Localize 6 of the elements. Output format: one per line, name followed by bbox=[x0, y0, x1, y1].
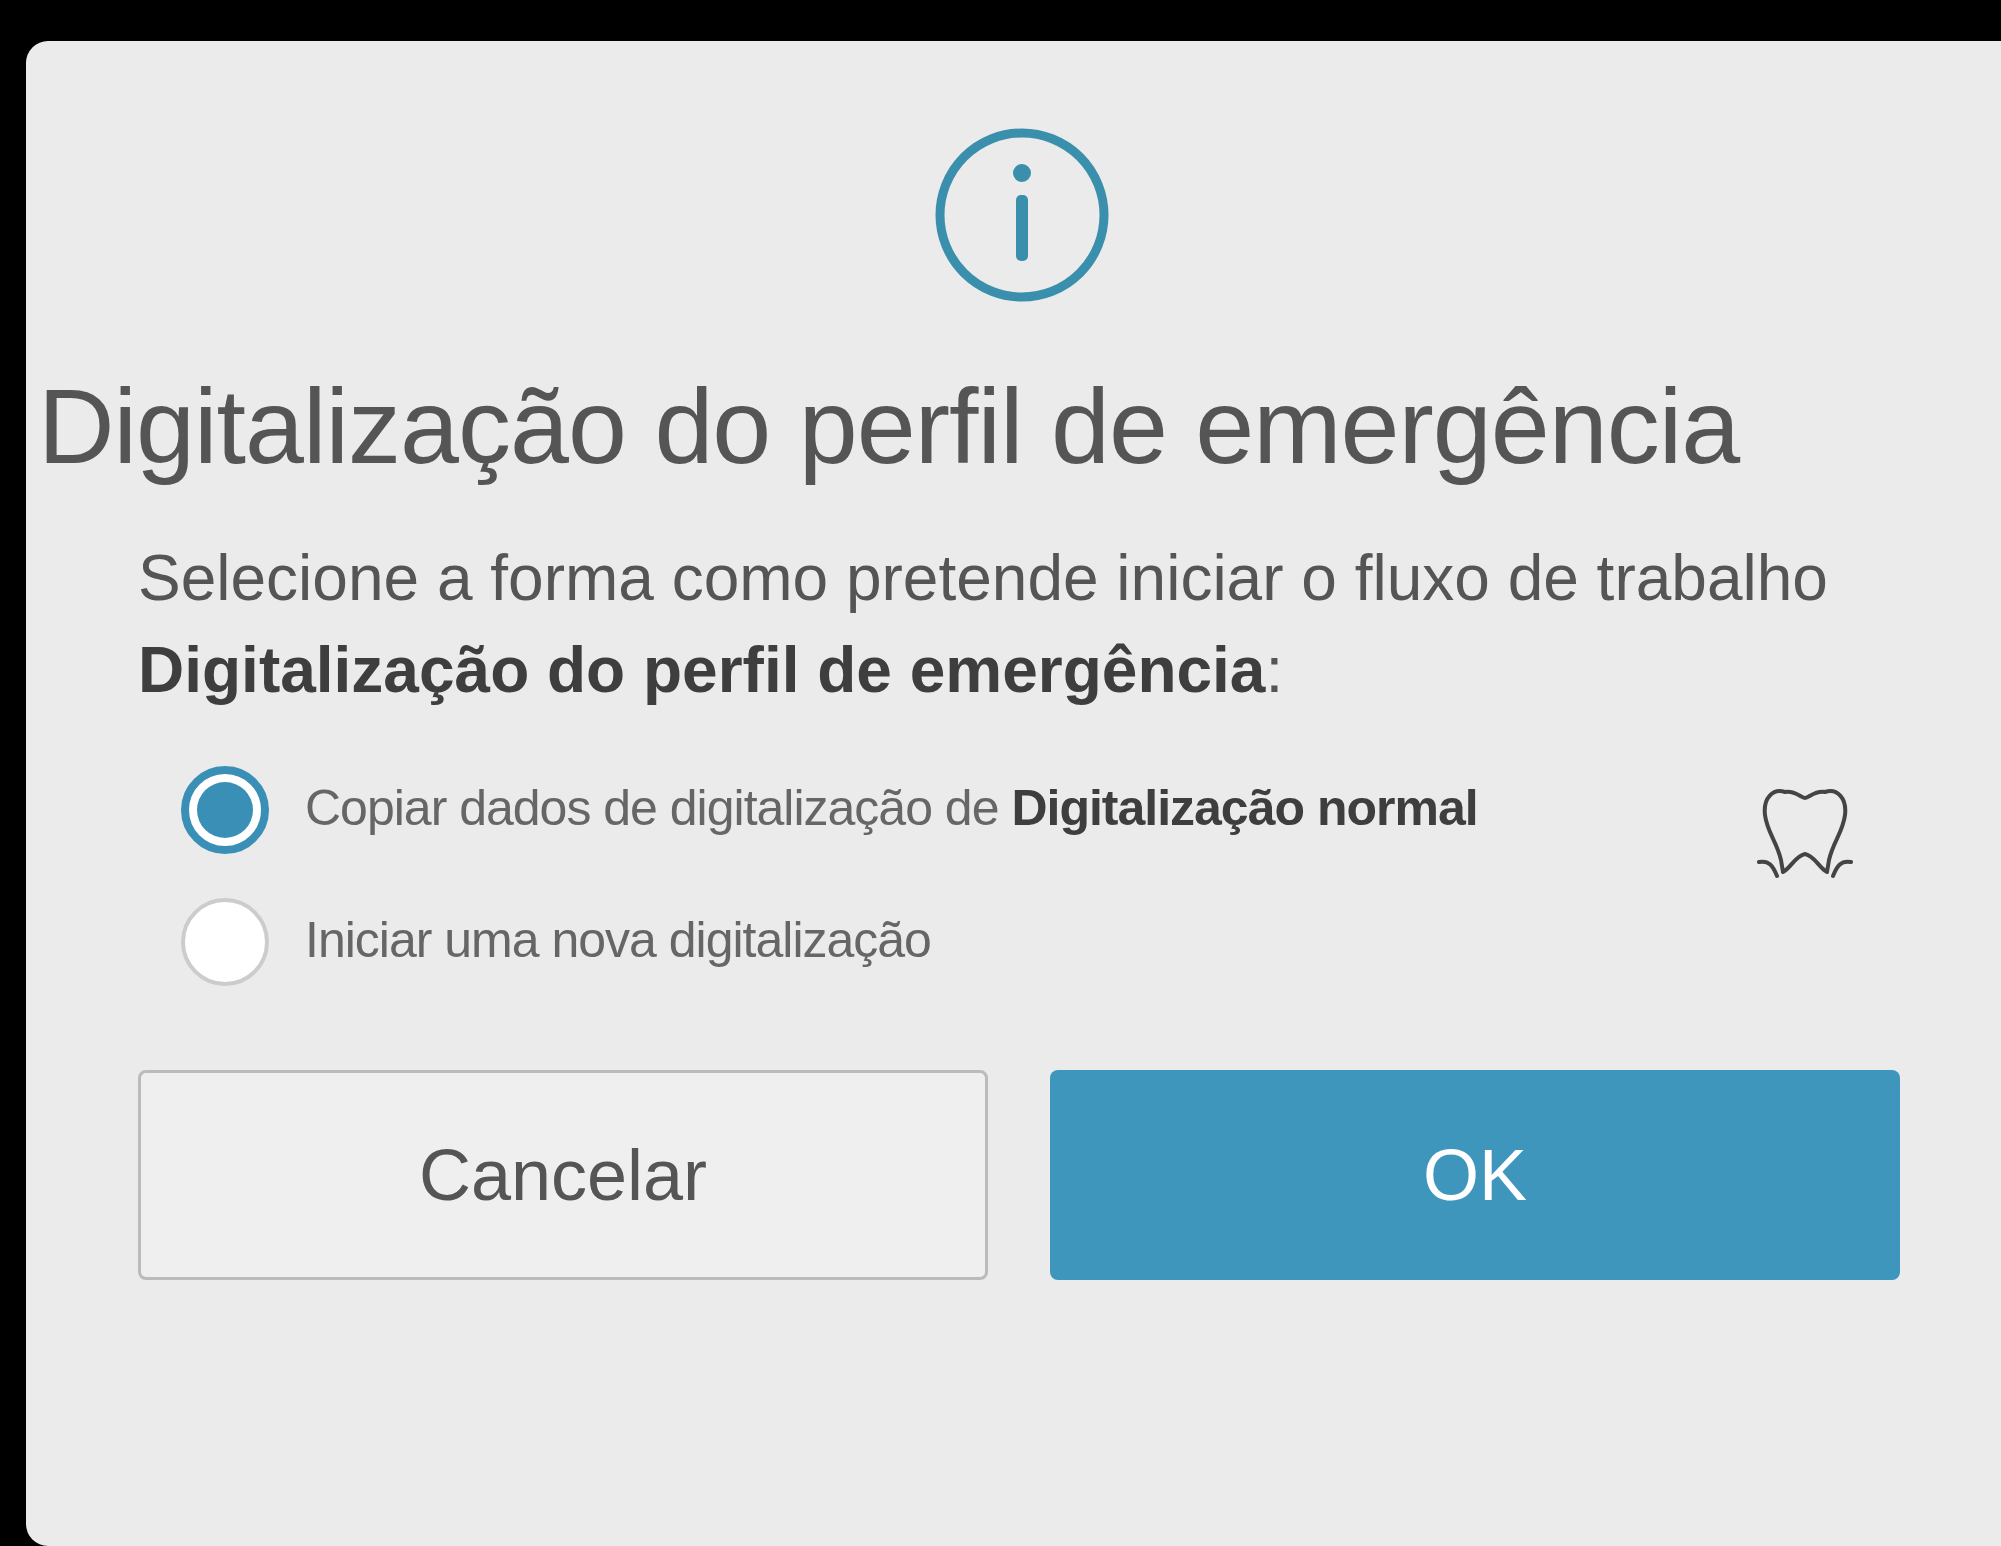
option-label[interactable]: Copiar dados de digitalização de Digitalização normal bbox=[305, 770, 1555, 847]
dialog-title: Digitalização do perfil de emergência bbox=[38, 366, 1742, 487]
dialog-message: Selecione a forma como pretende iniciar o fluxo de trabalho Digitalização do perfil de emergência: bbox=[138, 541, 1829, 709]
ok-button[interactable]: OK bbox=[1050, 1070, 1900, 1281]
cancel-button[interactable]: Cancelar bbox=[138, 1070, 988, 1281]
option-label[interactable]: Iniciar uma nova digitalização bbox=[305, 902, 1555, 979]
